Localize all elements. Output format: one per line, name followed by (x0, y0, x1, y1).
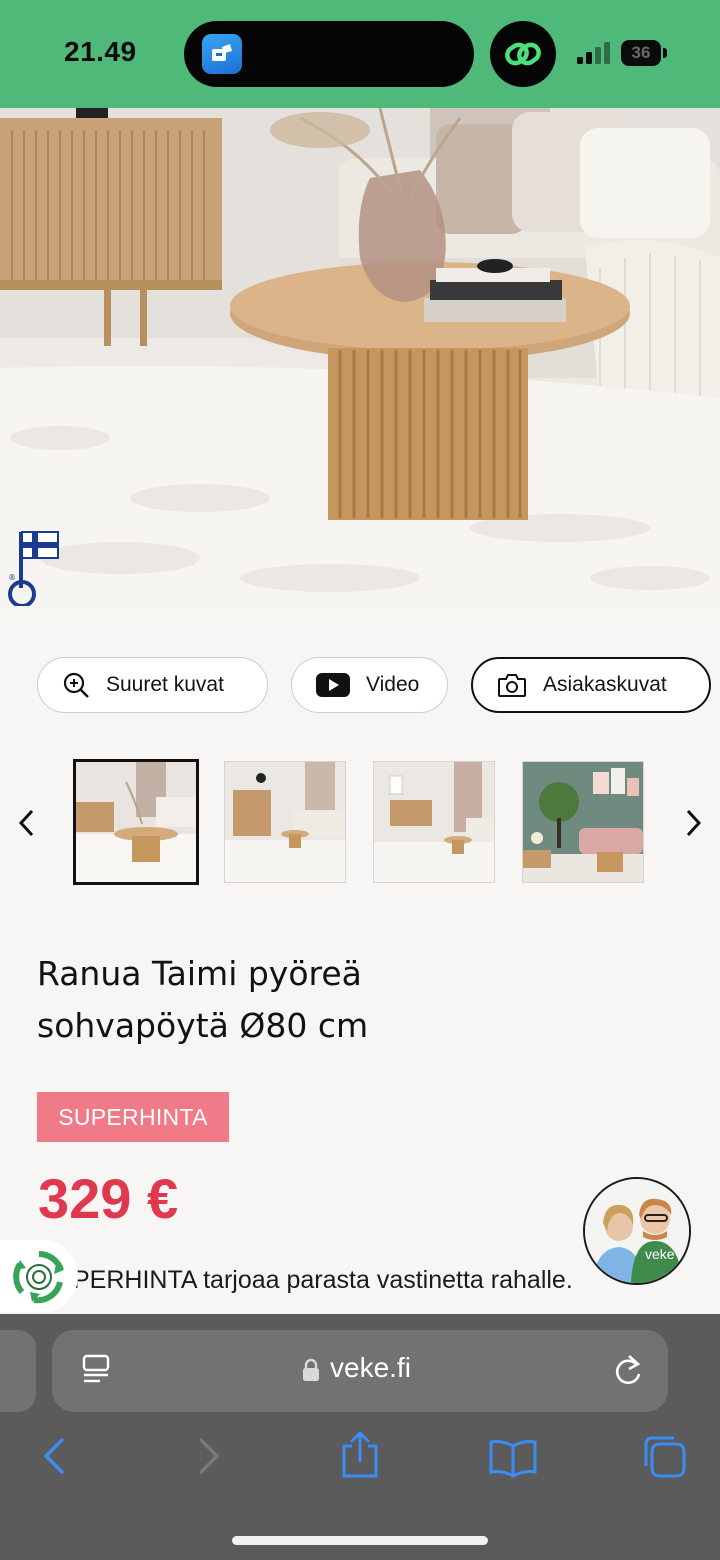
bookmarks-icon[interactable] (488, 1438, 538, 1478)
thumbnail-2[interactable] (224, 761, 346, 883)
customer-photos-label: Asiakaskuvat (543, 673, 667, 696)
product-hero-image[interactable] (0, 108, 720, 612)
status-time: 21.49 (64, 36, 137, 67)
previous-tab-preview[interactable] (0, 1330, 36, 1412)
video-label: Video (366, 673, 420, 696)
product-price: 329 € (38, 1167, 179, 1230)
battery-tip (663, 48, 667, 58)
video-play-icon (316, 673, 350, 697)
url-text[interactable]: veke.fi (330, 1352, 411, 1384)
customer-photos-button[interactable]: Asiakaskuvat (471, 657, 711, 713)
chevron-right-icon[interactable] (682, 808, 704, 838)
recycling-badge[interactable] (0, 1240, 78, 1312)
reader-mode-icon[interactable] (82, 1354, 112, 1386)
thumbnail-3[interactable] (373, 761, 495, 883)
veke-logo-text: veke (645, 1246, 675, 1262)
video-button[interactable]: Video (291, 657, 448, 713)
chevron-left-icon[interactable] (16, 808, 38, 838)
svg-text:®: ® (8, 573, 16, 582)
app-activity-icon (202, 34, 242, 74)
forward-icon (199, 1438, 220, 1474)
chat-support-avatar[interactable]: veke (583, 1177, 691, 1285)
large-images-button[interactable]: Suuret kuvat (37, 657, 268, 713)
recycle-icon (13, 1250, 64, 1304)
finnish-key-flag-icon: ® (8, 531, 59, 606)
dynamic-island (184, 21, 474, 87)
tabs-icon[interactable] (642, 1434, 688, 1480)
status-bar: 21.49 36 (0, 0, 720, 108)
home-indicator[interactable] (232, 1536, 488, 1545)
product-title: Ranua Taimi pyöreä sohvapöytä Ø80 cm (37, 948, 637, 1052)
product-title-line-2: sohvapöytä Ø80 cm (37, 1006, 369, 1045)
thumbnail-1[interactable] (73, 759, 199, 885)
battery-indicator: 36 (621, 40, 661, 66)
superhinta-badge: SUPERHINTA (37, 1092, 229, 1142)
back-icon[interactable] (40, 1436, 66, 1476)
lock-icon (303, 1358, 319, 1381)
zoom-in-icon (62, 671, 90, 699)
cellular-signal-icon (577, 42, 610, 64)
product-description: PERHINTA tarjoaa parasta vastinetta raha… (73, 1266, 573, 1294)
product-description-cut-line (73, 1298, 673, 1314)
product-title-line-1: Ranua Taimi pyöreä (37, 954, 362, 993)
large-images-label: Suuret kuvat (106, 673, 224, 696)
thumbnail-4[interactable] (522, 761, 644, 883)
reload-icon[interactable] (612, 1352, 644, 1388)
share-icon[interactable] (340, 1430, 380, 1480)
camera-icon (497, 672, 527, 698)
live-activity-icon (490, 21, 556, 87)
